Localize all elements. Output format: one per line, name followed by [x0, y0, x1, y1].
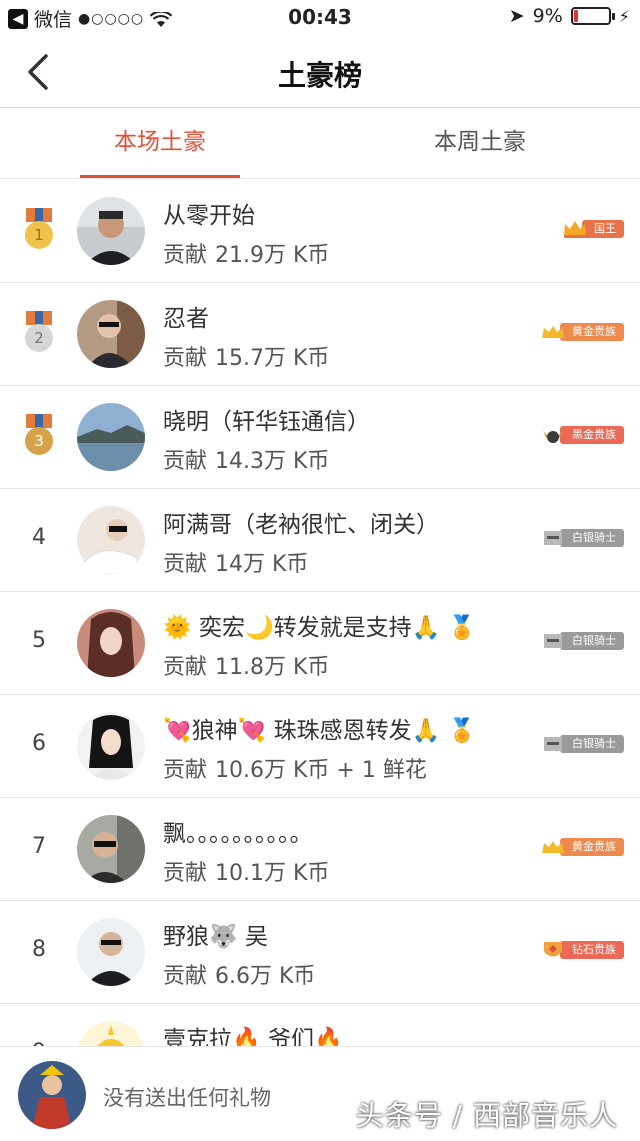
status-right: ➤ 9% ⚡: [509, 5, 630, 27]
charging-icon: ⚡: [618, 6, 630, 26]
rank-badge: 国王: [562, 218, 624, 240]
rank-badge: 黄金贵族: [540, 321, 624, 343]
my-avatar[interactable]: [18, 1061, 86, 1129]
avatar[interactable]: [77, 197, 145, 265]
contribution-amount: 21.9万 K币: [215, 243, 330, 268]
avatar[interactable]: [77, 300, 145, 368]
no-gift-text: 没有送出任何礼物: [103, 1086, 271, 1110]
ranking-list[interactable]: 1 从零开始 贡献 21.9万 K币 国王 2 忍者 贡献 15.7万 K币 黄金贵…: [0, 180, 640, 1046]
user-name[interactable]: 飘。。。。。。。。。。: [163, 814, 313, 848]
ranking-row[interactable]: 7 飘。。。。。。。。。。 贡献 10.1万 K币 黄金贵族: [0, 798, 640, 901]
user-name[interactable]: 忍者: [163, 299, 209, 333]
rank-number: 4: [32, 525, 46, 550]
ranking-row[interactable]: 9 壹克拉🔥 爷们🔥: [0, 1004, 640, 1046]
tab-this-session[interactable]: 本场土豪: [0, 109, 320, 179]
gold-medal-icon: 1: [24, 208, 54, 252]
location-arrow-icon: ➤: [508, 5, 525, 27]
rank-badge: 白银骑士: [540, 733, 624, 755]
rank-number: 6: [32, 731, 46, 756]
crown-icon: [562, 218, 588, 240]
rank-badge: 钻石贵族: [540, 939, 624, 961]
avatar[interactable]: [77, 609, 145, 677]
contribution: 贡献 14万 K币: [163, 552, 309, 577]
rank-badge: 黑金贵族: [540, 424, 624, 446]
contribution-amount: 10.1万 K币: [215, 861, 330, 886]
avatar[interactable]: [77, 712, 145, 780]
gold-crown-icon: [540, 836, 566, 858]
rank-badge: [598, 1042, 624, 1046]
contribution-amount: 15.7万 K币: [215, 346, 330, 371]
ranking-row[interactable]: 6 💘狼神💘 珠珠感恩转发🙏 🏅 贡献 10.6万 K币 + 1 鲜花 白银骑士: [0, 695, 640, 798]
nav-bar: 土豪榜: [0, 36, 640, 108]
watermark: 头条号 / 西部音乐人: [355, 1099, 618, 1132]
knight-helmet-icon: [540, 733, 566, 755]
ranking-row[interactable]: 1 从零开始 贡献 21.9万 K币 国王: [0, 180, 640, 283]
user-name[interactable]: 野狼🐺 吴: [163, 917, 268, 951]
ranking-row[interactable]: 8 野狼🐺 吴 贡献 6.6万 K币 钻石贵族: [0, 901, 640, 1004]
rank-badge: 白银骑士: [540, 630, 624, 652]
rank-badge: 白银骑士: [540, 527, 624, 549]
user-name[interactable]: 晓明（轩华钰通信）: [163, 402, 370, 436]
page-title: 土豪榜: [277, 59, 362, 92]
avatar[interactable]: [77, 403, 145, 471]
contribution: 贡献 15.7万 K币: [163, 346, 330, 371]
contribution: 贡献 11.8万 K币: [163, 655, 330, 680]
contribution: 贡献 21.9万 K币: [163, 243, 330, 268]
contribution-amount: 14.3万 K币: [215, 449, 330, 474]
contribution-amount: 11.8万 K币: [215, 655, 330, 680]
gold-crown-icon: [540, 321, 566, 343]
rank-number: 8: [32, 937, 46, 962]
contribution-amount: 6.6万 K币: [215, 964, 316, 989]
active-tab-indicator: [80, 175, 240, 178]
avatar[interactable]: [77, 918, 145, 986]
rank-badge: 黄金贵族: [540, 836, 624, 858]
tab-bar: 本场土豪 本周土豪: [0, 109, 640, 179]
contribution: 贡献 14.3万 K币: [163, 449, 330, 474]
ranking-row[interactable]: 3 晓明（轩华钰通信） 贡献 14.3万 K币 黑金贵族: [0, 386, 640, 489]
contribution-amount: 14万 K币: [215, 552, 309, 577]
rank-number: 7: [32, 834, 46, 859]
avatar[interactable]: [77, 815, 145, 883]
rank-number: 5: [32, 628, 46, 653]
user-name[interactable]: 从零开始: [163, 196, 255, 230]
horned-helmet-icon: [540, 424, 566, 446]
contribution: 贡献 6.6万 K币: [163, 964, 316, 989]
ranking-row[interactable]: 5 🌞 奕宏🌙转发就是支持🙏 🏅 贡献 11.8万 K币 白银骑士: [0, 592, 640, 695]
my-gift-bar: 没有送出任何礼物 头条号 / 西部音乐人: [0, 1046, 640, 1141]
user-name[interactable]: 壹克拉🔥 爷们🔥: [163, 1020, 343, 1046]
knight-helmet-icon: [540, 630, 566, 652]
contribution: 贡献 10.1万 K币: [163, 861, 330, 886]
contribution: 贡献 10.6万 K币 + 1 鲜花: [163, 758, 427, 783]
bronze-medal-icon: 3: [24, 414, 54, 458]
diamond-shield-icon: [540, 939, 566, 961]
ranking-row[interactable]: 4 阿满哥（老衲很忙、闭关） 贡献 14万 K币 白银骑士: [0, 489, 640, 592]
battery-icon: [570, 7, 615, 25]
user-name[interactable]: 阿满哥（老衲很忙、闭关）: [163, 505, 439, 539]
user-name[interactable]: 💘狼神💘 珠珠感恩转发🙏 🏅: [163, 711, 476, 745]
status-bar: ◀ 微信 ●○○○○ 00:43 ➤ 9% ⚡: [0, 0, 640, 36]
tab-this-week[interactable]: 本周土豪: [320, 109, 640, 179]
knight-helmet-icon: [598, 1042, 624, 1046]
ranking-row[interactable]: 2 忍者 贡献 15.7万 K币 黄金贵族: [0, 283, 640, 386]
contribution-amount: 10.6万 K币 + 1 鲜花: [215, 758, 427, 783]
user-name[interactable]: 🌞 奕宏🌙转发就是支持🙏 🏅: [163, 608, 476, 642]
battery-percent: 9%: [532, 5, 563, 27]
silver-medal-icon: 2: [24, 311, 54, 355]
avatar[interactable]: [77, 1021, 145, 1046]
knight-helmet-icon: [540, 527, 566, 549]
avatar[interactable]: [77, 506, 145, 574]
